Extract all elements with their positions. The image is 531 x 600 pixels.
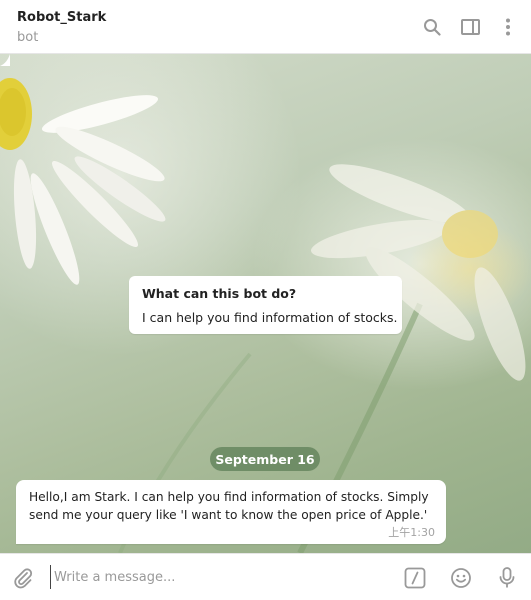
bot-intro-text: I can help you find information of stock…	[142, 310, 398, 325]
message-tail	[0, 54, 10, 66]
date-divider: September 16	[210, 447, 320, 471]
bot-commands-icon[interactable]	[402, 565, 428, 591]
chat-status: bot	[17, 30, 39, 45]
bot-intro-card: What can this bot do? I can help you fin…	[129, 276, 402, 334]
microphone-icon[interactable]	[494, 565, 520, 591]
paperclip-icon[interactable]	[10, 565, 36, 591]
bot-intro-title: What can this bot do?	[142, 286, 297, 301]
sidebar-toggle-icon[interactable]	[458, 15, 482, 39]
message-text: Hello,I am Stark. I can help you find in…	[29, 490, 429, 522]
chat-header: Robot_Stark bot	[0, 0, 531, 54]
message-input[interactable]	[50, 565, 380, 589]
message-bubble[interactable]: Hello,I am Stark. I can help you find in…	[16, 480, 446, 544]
chat-title[interactable]: Robot_Stark	[17, 10, 106, 25]
chat-area[interactable]: What can this bot do? I can help you fin…	[0, 54, 531, 553]
more-vertical-icon[interactable]	[496, 15, 520, 39]
emoji-icon[interactable]	[448, 565, 474, 591]
message-composer	[0, 553, 531, 600]
message-time: 上午1:30	[388, 526, 435, 539]
search-icon[interactable]	[420, 15, 444, 39]
